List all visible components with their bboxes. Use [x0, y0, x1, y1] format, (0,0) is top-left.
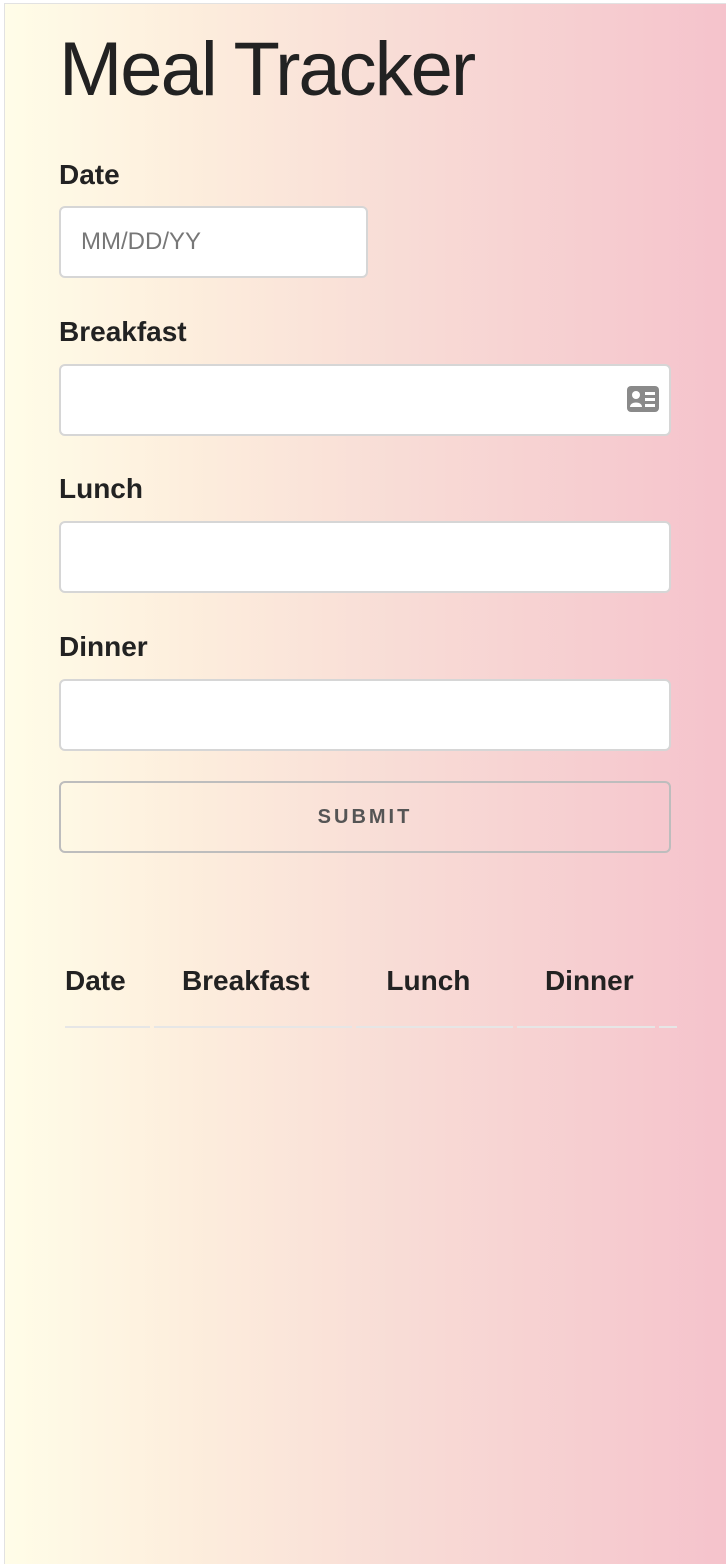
submit-button[interactable]: Submit: [59, 781, 671, 853]
date-input[interactable]: [59, 206, 368, 278]
breakfast-label: Breakfast: [59, 316, 187, 347]
contact-card-icon[interactable]: [627, 386, 659, 412]
page-title: Meal Tracker: [59, 27, 476, 112]
lunch-input[interactable]: [59, 521, 671, 593]
date-label: Date: [59, 159, 120, 190]
dinner-label: Dinner: [59, 631, 148, 662]
page-background: Meal Tracker Date Breakfast Lunch Dinner…: [4, 3, 726, 1564]
dinner-input[interactable]: [59, 679, 671, 751]
column-header-breakfast: Breakfast: [153, 954, 353, 1028]
table-header-row: Date Breakfast Lunch Dinner: [65, 954, 677, 1028]
meal-table: Date Breakfast Lunch Dinner: [61, 954, 681, 1028]
lunch-label: Lunch: [59, 473, 143, 504]
column-header-dinner: Dinner: [516, 954, 656, 1028]
column-header-date: Date: [65, 954, 150, 1028]
column-header-extra: [659, 954, 677, 1028]
column-header-lunch: Lunch: [356, 954, 513, 1028]
breakfast-input[interactable]: [59, 364, 671, 436]
